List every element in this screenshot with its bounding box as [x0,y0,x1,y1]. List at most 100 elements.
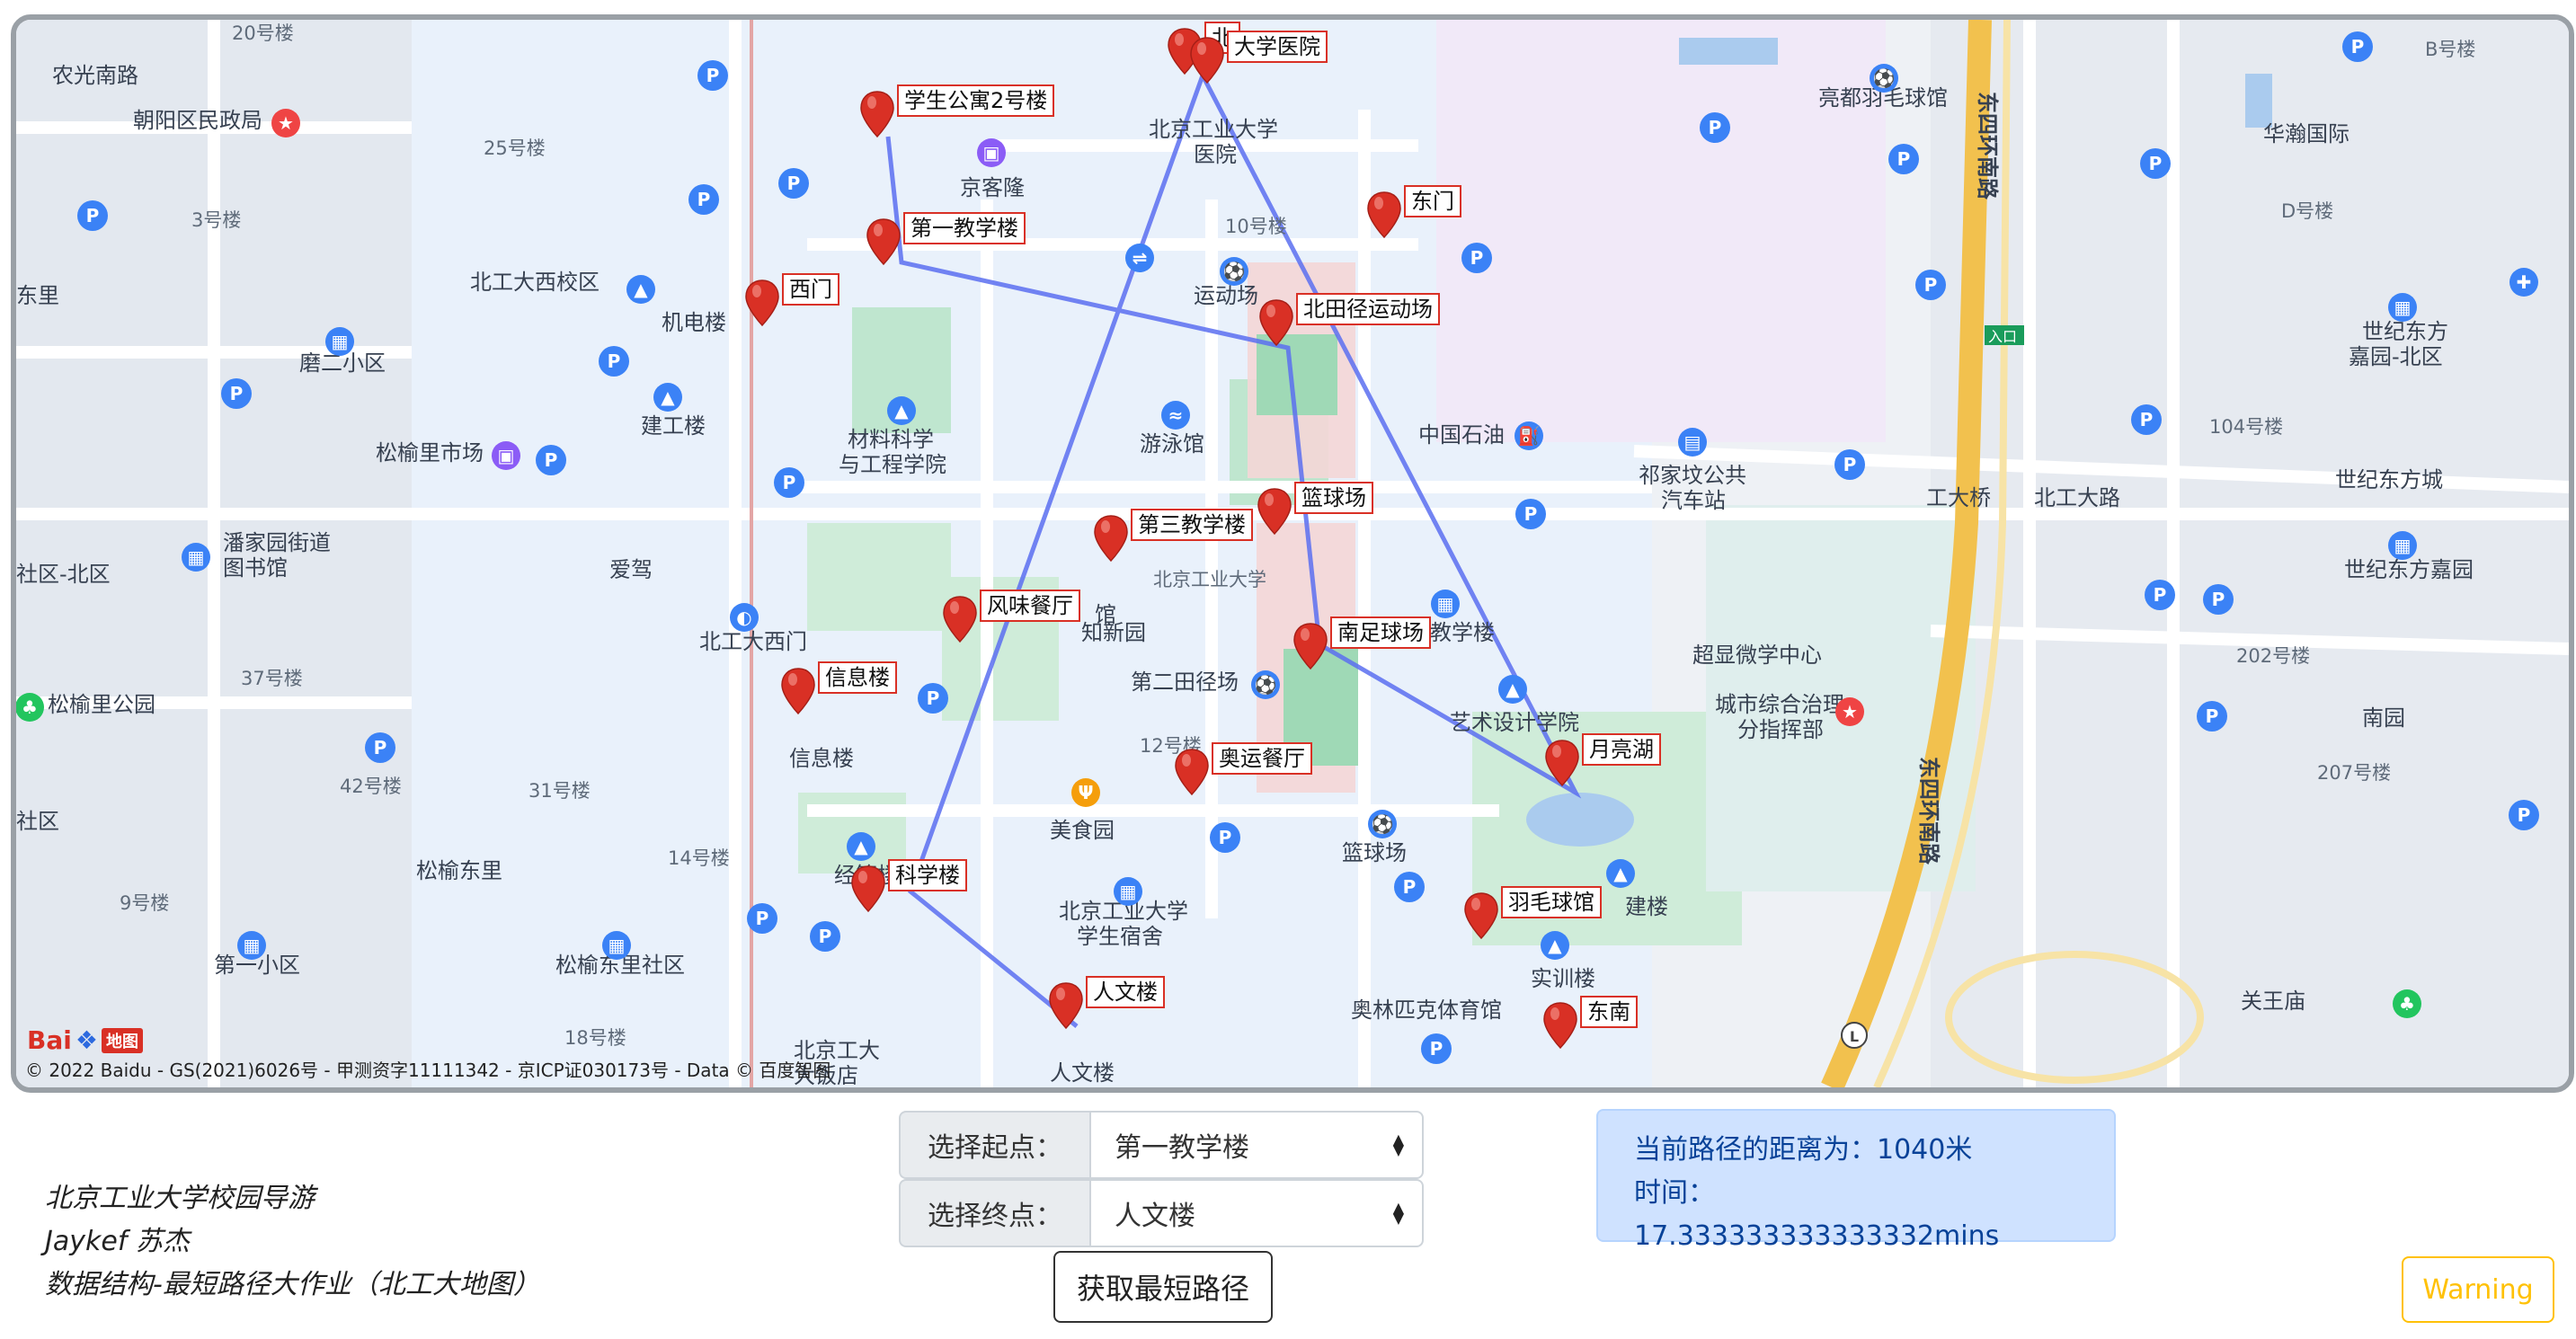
map-marker-pin[interactable] [744,279,780,327]
baidu-logo-text: Bai [27,1025,72,1055]
warning-button[interactable]: Warning [2402,1256,2554,1323]
map-label-bjut-hospital-2: 医院 [1194,142,1237,167]
map-marker-pin[interactable] [859,90,895,138]
map-marker-pin[interactable] [942,595,978,643]
map-marker-pin[interactable] [1048,981,1084,1030]
map-canvas[interactable]: 20号楼 农光南路 朝阳区民政局 25号楼 3号楼 北工大西校区 机电楼 磨二小… [16,20,2569,1087]
parking-icon: P [77,200,108,231]
map-marker-label[interactable]: 羽毛球馆 [1501,886,1602,918]
map-marker-label[interactable]: 风味餐厅 [980,590,1080,622]
map-label-42-building: 42号楼 [340,776,402,797]
map-marker-pin[interactable] [780,667,816,715]
building-icon: ▦ [182,543,210,572]
map-marker-label[interactable]: 第三教学楼 [1131,509,1253,541]
svg-text:▲: ▲ [661,386,675,408]
map-label-mechanical-building: 机电楼 [662,310,726,335]
start-point-group: 选择起点： 第一教学楼 ▲ ▼ [899,1111,1424,1179]
map-marker-label[interactable]: 大学医院 [1227,31,1328,63]
building-icon: ▦ [602,931,631,960]
map-marker-pin[interactable] [1366,191,1402,239]
map-label-b-building: B号楼 [2425,39,2475,60]
map-pin-icon [866,218,901,266]
map-marker-label[interactable]: 第一教学楼 [903,212,1026,244]
sports-icon: ⚽ [1220,257,1248,286]
parking-icon: P [2197,701,2227,732]
map-marker-label[interactable]: 奥运餐厅 [1212,742,1312,775]
map-label-18-building: 18号楼 [564,1027,626,1049]
map-marker-pin[interactable] [1544,739,1580,787]
map-marker-pin[interactable] [850,865,886,913]
parking-icon: P [1421,1033,1452,1064]
parking-icon: P [2342,31,2373,62]
map-label-east4-south: 东四环南路 [1916,757,1941,865]
parking-icon: P [1515,499,1546,529]
svg-text:★: ★ [1842,701,1858,723]
school-icon: ▲ [887,396,916,425]
svg-text:P: P [697,189,711,210]
svg-text:P: P [545,449,558,471]
map-marker-pin[interactable] [1292,622,1328,670]
map-marker-label[interactable]: 篮球场 [1294,482,1373,514]
svg-text:P: P [2149,153,2163,174]
map-marker-pin[interactable] [1463,891,1499,940]
map-label-20-building: 20号楼 [232,22,294,44]
svg-text:P: P [608,350,621,372]
parking-icon: P [747,903,777,934]
campus-map[interactable]: 20号楼 农光南路 朝阳区民政局 25号楼 3号楼 北工大西校区 机电楼 磨二小… [11,14,2574,1093]
map-label-nongguang-south-road: 农光南路 [52,63,138,88]
school-icon: ▲ [653,383,682,412]
start-point-select[interactable]: 第一教学楼 ▲ ▼ [1089,1111,1424,1179]
map-marker-label[interactable]: 科学楼 [888,859,967,891]
map-pin-icon [1293,623,1328,670]
map-marker-label[interactable]: 东门 [1404,185,1461,217]
map-pin-icon [860,91,894,138]
map-marker-pin[interactable] [1542,1001,1578,1050]
map-marker-pin[interactable] [1174,748,1210,796]
map-label-second-track: 第二田径场 [1131,670,1239,695]
route-distance: 当前路径的距离为：1040米 [1634,1134,1973,1166]
baidu-map-logo: Bai ❖ 地图 [27,1025,143,1055]
map-marker-label[interactable]: 南足球场 [1330,616,1431,649]
map-label-civil-building: 建工楼 [641,413,706,439]
svg-text:▲: ▲ [1548,935,1562,956]
svg-text:P: P [2154,584,2167,606]
building-icon: ▦ [1431,590,1460,618]
end-point-value: 人文楼 [1115,1201,1195,1232]
map-marker-pin[interactable] [1093,514,1129,563]
end-point-select[interactable]: 人文楼 ▲ ▼ [1089,1179,1424,1247]
map-marker-label[interactable]: 人文楼 [1086,976,1165,1008]
map-label-jian-building: 建楼 [1625,894,1668,919]
map-label-d-building: D号楼 [2281,200,2333,222]
map-marker-label[interactable]: 北田径运动场 [1296,293,1440,325]
map-marker-label[interactable]: 东南 [1580,996,1638,1028]
map-marker-label[interactable]: 信息楼 [818,661,897,694]
map-label-city-command-1: 城市综合治理 [1715,692,1844,717]
svg-text:P: P [1219,827,1232,848]
map-marker-label[interactable]: 月亮湖 [1582,733,1661,766]
building-icon: ▦ [2388,531,2417,560]
school-icon: ▲ [1606,859,1635,888]
map-label-songyuli-market: 松榆里市场 [376,440,484,466]
get-shortest-path-button[interactable]: 获取最短路径 [1053,1251,1273,1323]
map-marker-pin[interactable] [1189,36,1225,84]
map-label-city-command-2: 分指挥部 [1737,717,1824,742]
map-label-9-building: 9号楼 [120,892,169,914]
parking-icon: P [810,921,840,952]
start-point-value: 第一教学楼 [1115,1132,1249,1164]
map-marker-pin[interactable] [1257,487,1292,536]
svg-text:P: P [1524,503,1538,525]
map-label-humanities: 人文楼 [1050,1060,1115,1086]
parking-icon: P [2145,580,2175,610]
map-marker-label[interactable]: 西门 [782,273,839,306]
parking-icon: P [2509,800,2539,830]
svg-text:≈: ≈ [1168,404,1184,426]
map-label-huahan: 华瀚国际 [2263,121,2349,146]
map-marker-pin[interactable] [1258,298,1294,347]
map-pin-icon [1464,892,1498,940]
credits: 北京工业大学校园导游 Jaykef 苏杰 数据结构-最短路径大作业（北工大地图） [45,1177,540,1307]
map-marker-label[interactable]: 学生公寓2号楼 [897,84,1055,117]
map-marker-pin[interactable] [866,217,902,266]
svg-text:▦: ▦ [2394,297,2412,318]
parking-icon: P [2203,584,2234,615]
svg-text:⚽: ⚽ [1371,813,1394,835]
